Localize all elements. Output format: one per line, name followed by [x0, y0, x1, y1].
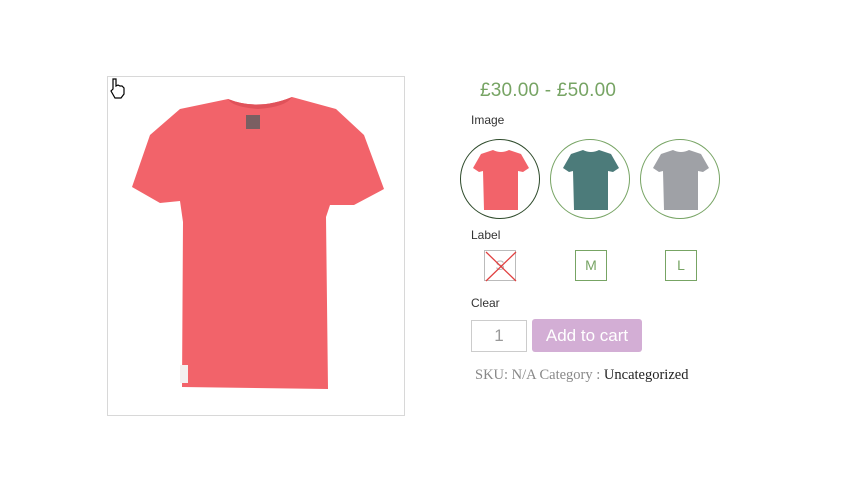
price-range: £30.00 - £50.00 [480, 80, 617, 101]
swatch-red[interactable] [460, 139, 540, 219]
sku-label: SKU: [475, 367, 509, 383]
size-label-m: M [585, 257, 597, 273]
size-attribute-label: Label [471, 228, 501, 242]
size-option-m[interactable]: M [575, 250, 607, 281]
category-link[interactable]: Uncategorized [604, 367, 689, 383]
swatch-grey[interactable] [640, 139, 720, 219]
tshirt-grey-thumbnail [653, 150, 709, 210]
unavailable-cross-icon [485, 251, 517, 282]
quantity-input[interactable]: 1 [471, 320, 527, 352]
product-main-image[interactable] [107, 76, 405, 416]
hand-cursor-icon [110, 78, 125, 99]
category-label: Category : [539, 367, 601, 383]
size-option-l[interactable]: L [665, 250, 697, 281]
size-option-s[interactable]: S [484, 250, 517, 282]
tshirt-red-thumbnail [473, 150, 529, 210]
tshirt-teal-thumbnail [563, 150, 619, 210]
clear-selection-link[interactable]: Clear [471, 296, 500, 310]
size-label-l: L [677, 257, 685, 273]
swatch-teal[interactable] [550, 139, 630, 219]
product-meta: SKU: N/A Category : Uncategorized [475, 367, 688, 384]
image-attribute-label: Image [471, 113, 505, 127]
tshirt-red-image [132, 97, 384, 389]
add-to-cart-button[interactable]: Add to cart [532, 319, 642, 352]
sku-value: N/A [511, 367, 536, 383]
